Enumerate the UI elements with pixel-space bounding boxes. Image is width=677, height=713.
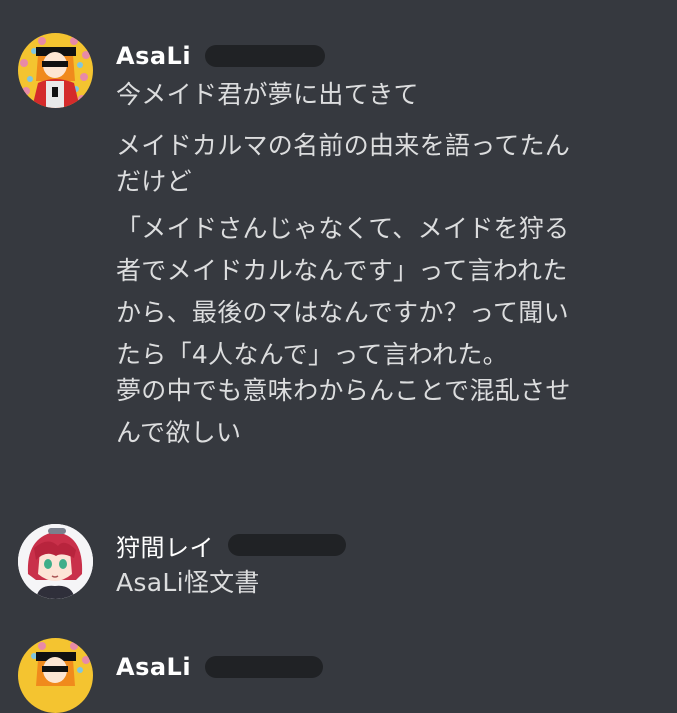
timestamp-redacted — [228, 534, 346, 556]
timestamp-redacted — [205, 656, 324, 678]
avatar-karima-rei[interactable] — [18, 524, 93, 599]
timestamp-redacted — [205, 45, 326, 67]
message-line: から、最後のマはなんですか？って聞い — [116, 298, 569, 327]
avatar-asali[interactable] — [18, 638, 93, 713]
message-content: 今メイド君が夢に出てきて メイドカルマの名前の由来を語ってたん だけど 「メイド… — [116, 77, 661, 451]
message-content: AsaLi怪文書 — [116, 565, 661, 601]
message-line: たら「4人なんで」って言われた。 — [116, 340, 508, 369]
message-line: 夢の中でも意味わからんことで混乱させ — [116, 376, 571, 405]
message-line: 今メイド君が夢に出てきて — [116, 80, 419, 109]
username[interactable]: AsaLi — [116, 42, 191, 70]
message-line: だけど — [116, 167, 192, 196]
avatar-asali[interactable] — [18, 33, 93, 108]
message-line: AsaLi怪文書 — [116, 568, 260, 597]
message-line: メイドカルマの名前の由来を語ってたん — [116, 131, 571, 160]
message-line: 「メイドさんじゃなくて、メイドを狩る — [116, 214, 570, 243]
message-line: んで欲しい — [116, 418, 242, 447]
username[interactable]: 狩間レイ — [116, 528, 214, 563]
username[interactable]: AsaLi — [116, 653, 191, 681]
message-line: 者でメイドカルなんです」って言われた — [116, 256, 568, 285]
